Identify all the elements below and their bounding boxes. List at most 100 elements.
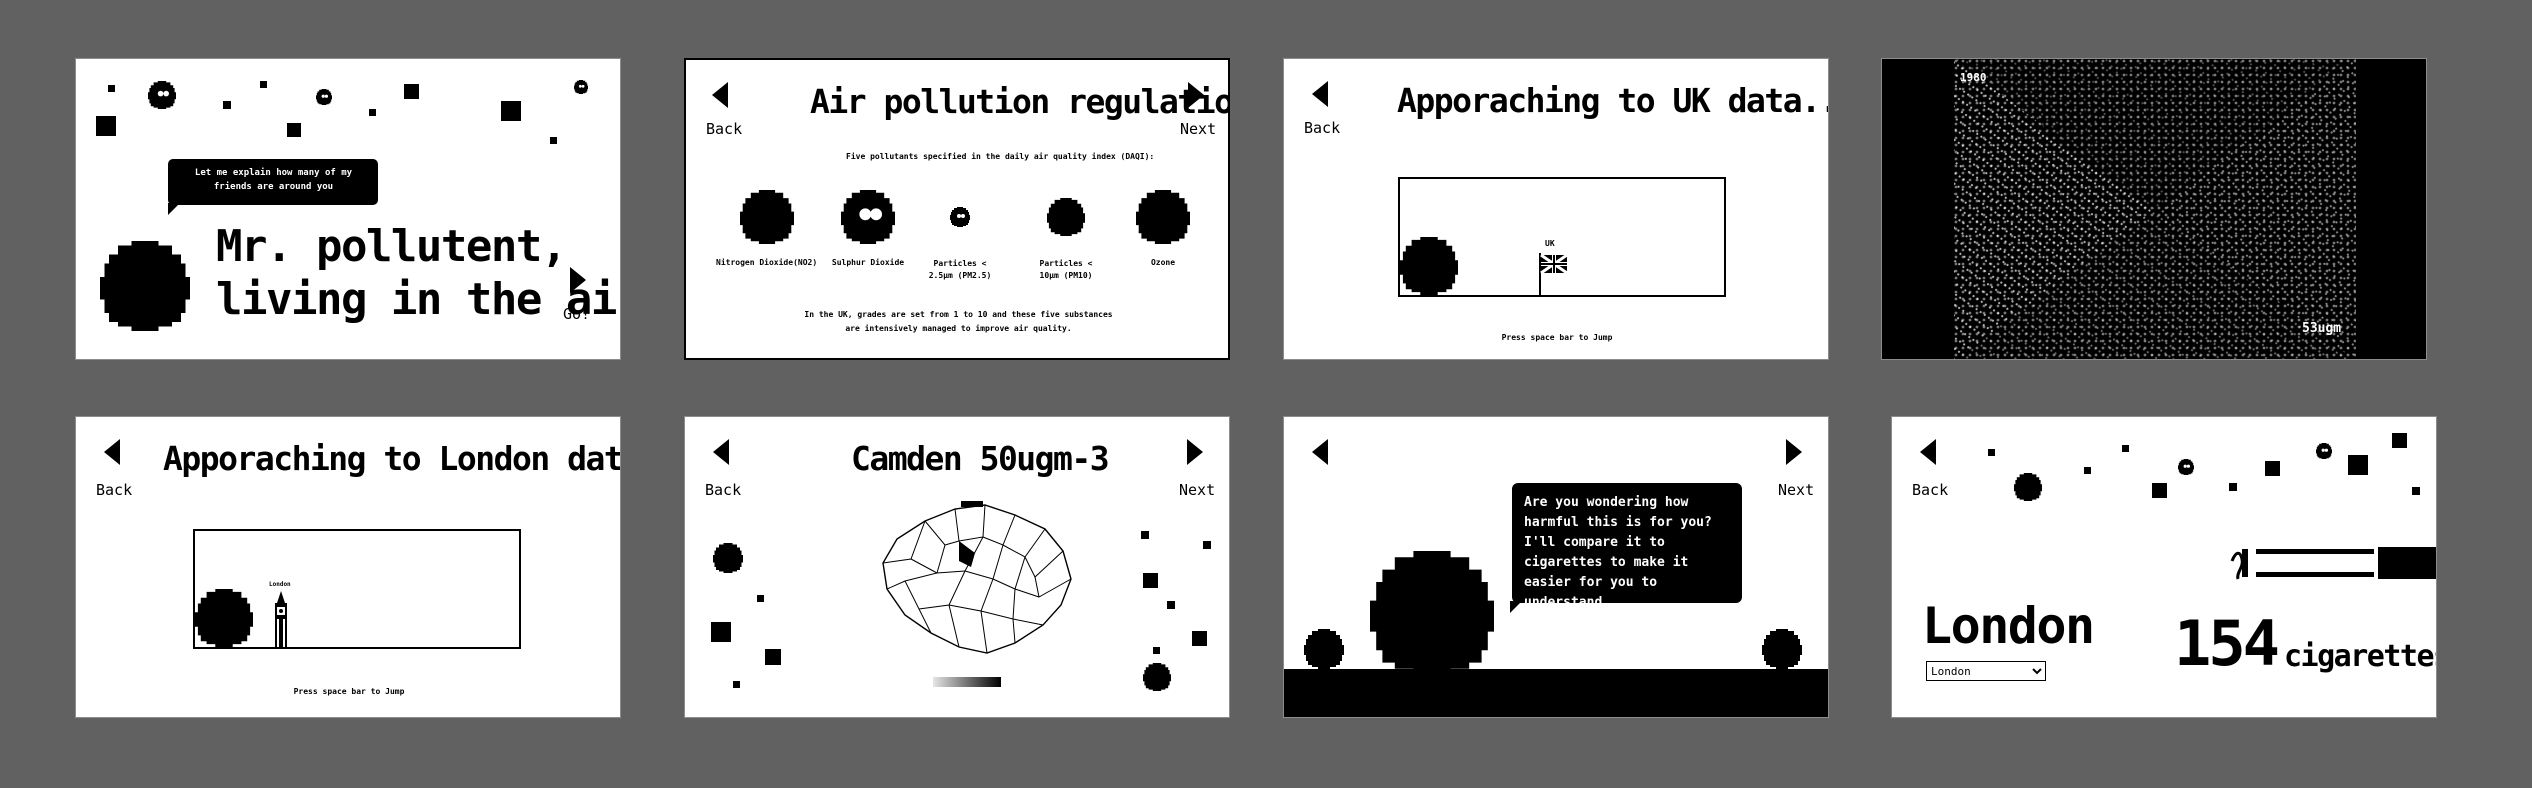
pollutant-particle bbox=[2152, 483, 2167, 498]
pollutant-label: Sulphur Dioxide bbox=[831, 258, 905, 267]
pollutant-particle bbox=[96, 116, 116, 136]
pollutant-particle bbox=[260, 81, 267, 88]
pollutant-particle bbox=[287, 123, 301, 137]
so2-blob-icon bbox=[841, 190, 895, 244]
pollutant-blob bbox=[1143, 663, 1171, 691]
next-arrow-icon[interactable] bbox=[1786, 439, 1802, 465]
pollutant-blob bbox=[316, 89, 332, 105]
pollutant-particle bbox=[501, 101, 521, 121]
pollutant-particle bbox=[108, 85, 115, 92]
slide-intro: Let me explain how many of my friends ar… bbox=[75, 58, 621, 360]
pollutant-blob bbox=[1762, 629, 1802, 669]
pollutant-particle bbox=[765, 649, 781, 665]
pollutant-particle bbox=[1203, 541, 1211, 549]
speech-text: Are you wondering how harmful this is fo… bbox=[1524, 495, 1712, 610]
page-title: Apporaching to London data... bbox=[163, 439, 621, 478]
back-arrow-icon[interactable] bbox=[104, 439, 120, 465]
subtitle: Five pollutants specified in the daily a… bbox=[846, 152, 1155, 161]
footnote-line1: In the UK, grades are set from 1 to 10 a… bbox=[804, 310, 1113, 319]
footnote-line2: are intensively managed to improve air q… bbox=[845, 324, 1072, 333]
pollutant-particle bbox=[2348, 455, 2368, 475]
city-select[interactable]: London bbox=[1926, 661, 2046, 681]
slide-regulation: Back Air pollution regulation Next Five … bbox=[684, 58, 1230, 360]
pollutant-particle bbox=[369, 109, 376, 116]
next-arrow-icon[interactable] bbox=[1188, 82, 1204, 108]
pollutant-particle bbox=[1153, 647, 1160, 654]
game-stage[interactable]: London bbox=[193, 529, 521, 649]
slide-comparison-intro: Next Are you wondering how harmful this … bbox=[1283, 416, 1829, 718]
cigarette-count: 154 bbox=[2174, 607, 2280, 680]
cigarette-icon bbox=[2230, 547, 2436, 580]
back-arrow-icon[interactable] bbox=[1920, 439, 1936, 465]
mr-pollutent-character bbox=[195, 589, 253, 647]
pollutant-blob bbox=[2014, 473, 2042, 501]
pollutant-particle bbox=[2084, 467, 2091, 474]
value-readout: 53ugm bbox=[2302, 321, 2342, 336]
pollutant-particle bbox=[404, 84, 419, 99]
mr-pollutent-character bbox=[1400, 237, 1458, 295]
big-ben-icon bbox=[275, 591, 287, 649]
next-arrow-icon[interactable] bbox=[1187, 439, 1203, 465]
next-button-label[interactable]: Next bbox=[1778, 481, 1814, 499]
pollutant-label: Nitrogen Dioxide(NO2) bbox=[716, 258, 818, 267]
pollutant-particle bbox=[550, 137, 557, 144]
pollutant-particle bbox=[733, 681, 740, 688]
pm25-blob-icon bbox=[950, 207, 970, 227]
intro-title-line2: living in the air bbox=[216, 274, 621, 325]
slide-london-data: Back Apporaching to London data... Londo… bbox=[75, 416, 621, 718]
ground-strip bbox=[1284, 669, 1828, 717]
back-arrow-icon[interactable] bbox=[1312, 439, 1328, 465]
speech-tail bbox=[1510, 601, 1522, 613]
tower-label: London bbox=[269, 581, 291, 588]
pollutant-particle bbox=[2229, 483, 2237, 491]
flag-label: UK bbox=[1545, 239, 1555, 248]
back-button-label[interactable]: Back bbox=[96, 481, 132, 499]
year-readout: 1980 bbox=[1960, 71, 1987, 84]
cigarette-unit: cigarettes bbox=[2284, 639, 2437, 674]
speech-tail bbox=[168, 203, 180, 215]
mr-pollutent-character bbox=[1370, 551, 1494, 675]
ozone-blob-icon bbox=[1136, 190, 1190, 244]
pollutant-particle bbox=[1167, 601, 1175, 609]
intro-title-line1: Mr. pollutent, bbox=[216, 221, 567, 272]
slide-uk-data: Back Apporaching to UK data... UK Press … bbox=[1283, 58, 1829, 360]
pollutant-blob bbox=[2316, 443, 2332, 459]
page-title: Camden 50ugm-3 bbox=[851, 439, 1110, 478]
concentration-scale bbox=[933, 677, 1001, 687]
pollutant-particle bbox=[1141, 531, 1149, 539]
pollutant-blob bbox=[148, 81, 176, 109]
jump-hint: Press space bar to Jump bbox=[1501, 333, 1613, 342]
back-button-label[interactable]: Back bbox=[705, 481, 741, 499]
back-arrow-icon[interactable] bbox=[1312, 81, 1328, 107]
pollutant-label: Particles < 2.5µm (PM2.5) bbox=[928, 259, 992, 280]
pollutant-particle bbox=[1988, 449, 1995, 456]
go-arrow-icon[interactable] bbox=[570, 267, 586, 293]
pollutant-label: Particles < 10µm (PM10) bbox=[1039, 259, 1093, 280]
pollutant-particle bbox=[1192, 631, 1207, 646]
london-boroughs-map[interactable] bbox=[875, 501, 1075, 659]
pollutant-particle bbox=[711, 622, 731, 642]
mr-pollutent-character bbox=[100, 241, 190, 331]
pollutant-blob bbox=[713, 543, 743, 573]
pollutant-particle bbox=[757, 595, 764, 602]
speech-text: Let me explain how many of my friends ar… bbox=[194, 168, 353, 192]
back-button-label[interactable]: Back bbox=[1912, 481, 1948, 499]
pollutant-particle bbox=[1143, 573, 1158, 588]
pollutant-blob bbox=[2178, 459, 2194, 475]
pollutant-label: Ozone bbox=[1150, 258, 1176, 267]
next-button-label[interactable]: Next bbox=[1180, 120, 1216, 138]
game-stage[interactable]: UK bbox=[1398, 177, 1726, 297]
next-button-label[interactable]: Next bbox=[1179, 481, 1215, 499]
pollutant-blob bbox=[574, 80, 588, 94]
back-button-label[interactable]: Back bbox=[1304, 119, 1340, 137]
back-arrow-icon[interactable] bbox=[712, 82, 728, 108]
go-button-label[interactable]: Go! bbox=[563, 305, 590, 323]
slide-particle-field: 1980 53ugm bbox=[1881, 58, 2427, 360]
jump-hint: Press space bar to Jump bbox=[293, 687, 405, 696]
back-button-label[interactable]: Back bbox=[706, 120, 742, 138]
page-title: Apporaching to UK data... bbox=[1397, 81, 1829, 120]
speech-bubble: Are you wondering how harmful this is fo… bbox=[1512, 483, 1742, 610]
uk-flag-icon bbox=[1539, 253, 1568, 295]
pollutant-particle bbox=[2265, 461, 2280, 476]
back-arrow-icon[interactable] bbox=[713, 439, 729, 465]
